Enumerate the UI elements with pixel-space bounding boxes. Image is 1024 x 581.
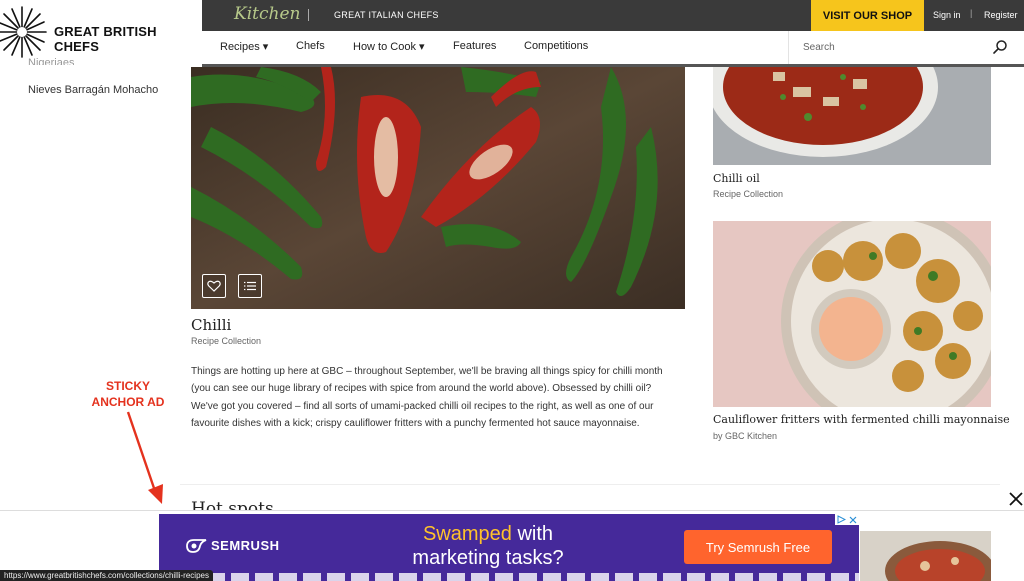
ad-headline-highlight: Swamped [422, 523, 512, 545]
search-input[interactable] [803, 39, 973, 55]
nav-chefs[interactable]: Chefs [296, 40, 325, 52]
hot-spot-photo [860, 531, 991, 581]
top-bar: Kitchen GREAT ITALIAN CHEFS VISIT OUR SH… [202, 0, 1024, 31]
nav-competitions[interactable]: Competitions [524, 40, 588, 52]
browser-status-url: https://www.greatbritishchefs.com/collec… [0, 570, 213, 581]
cauliflower-fritters-image[interactable] [713, 221, 991, 407]
ad-headline-rest: with [511, 523, 554, 545]
sidebar-chef-link[interactable]: Nieves Barragán Mohacho [28, 84, 158, 96]
separator: | [970, 8, 973, 18]
add-to-list-button[interactable] [238, 274, 262, 298]
ad-close-small-icon [849, 516, 857, 523]
nav-recipes[interactable]: Recipes ▾ [220, 40, 268, 53]
section-divider [180, 484, 1000, 485]
visit-shop-button[interactable]: VISIT OUR SHOP [811, 0, 924, 31]
save-favourite-button[interactable] [202, 274, 226, 298]
chilli-oil-image[interactable] [713, 67, 991, 165]
chilli-oil-photo [713, 67, 991, 165]
hot-spot-thumbnail[interactable] [860, 531, 991, 581]
try-semrush-button[interactable]: Try Semrush Free [684, 530, 832, 564]
ad-headline: Swamped with marketing tasks? [395, 522, 581, 570]
semrush-ad-banner[interactable]: SEMRUSH Swamped with marketing tasks? Tr… [159, 514, 859, 581]
annotation-arrow-icon [126, 411, 163, 504]
annotation-line-2: ANCHOR AD [91, 395, 165, 409]
chilli-oil-subtitle: Recipe Collection [713, 189, 784, 199]
heart-icon [207, 280, 221, 292]
semrush-brand-text: SEMRUSH [211, 538, 280, 553]
register-link[interactable]: Register [984, 10, 1018, 20]
site-header: GREAT BRITISH CHEFS Kitchen GREAT ITALIA… [0, 0, 1024, 67]
list-icon [244, 281, 256, 291]
chilli-hero-image[interactable] [191, 67, 685, 309]
sign-in-link[interactable]: Sign in [933, 10, 961, 20]
search-box [788, 31, 1024, 64]
chilli-oil-title[interactable]: Chilli oil [713, 172, 760, 185]
divider [308, 9, 309, 21]
logo-burst-icon [0, 6, 47, 58]
annotation-line-1: STICKY [105, 379, 150, 393]
ad-choices-button[interactable] [835, 514, 859, 525]
ad-headline-line2: marketing tasks? [412, 547, 564, 569]
main-nav: Recipes ▾ Chefs How to Cook ▾ Features C… [202, 31, 1024, 64]
kitchen-link[interactable]: Kitchen [234, 4, 300, 24]
cauliflower-fritters-author: by GBC Kitchen [713, 431, 778, 441]
nav-features[interactable]: Features [453, 40, 496, 52]
nav-how-to-cook[interactable]: How to Cook ▾ [353, 40, 425, 53]
ad-bottom-strip [159, 573, 859, 581]
search-icon[interactable] [992, 39, 1008, 55]
collection-title[interactable]: Chilli [191, 316, 231, 334]
chilli-photo [191, 67, 685, 309]
collection-type: Recipe Collection [191, 336, 262, 346]
sticky-anchor-ad-annotation: STICKY ANCHOR AD [82, 378, 174, 410]
semrush-logo: SEMRUSH [185, 538, 280, 553]
great-italian-chefs-link[interactable]: GREAT ITALIAN CHEFS [334, 10, 439, 20]
cauliflower-fritters-photo [713, 221, 991, 407]
logo-text: GREAT BRITISH CHEFS [54, 24, 157, 54]
cauliflower-fritters-title[interactable]: Cauliflower fritters with fermented chil… [713, 413, 1010, 426]
close-ad-button[interactable] [1006, 489, 1024, 509]
semrush-flame-icon [186, 538, 207, 553]
sidebar-chef-link-cut[interactable]: Nigeriaes [28, 57, 74, 65]
collection-description: Things are hotting up here at GBC – thro… [191, 366, 663, 429]
ad-choices-icon [837, 515, 846, 524]
close-icon [1009, 492, 1023, 506]
